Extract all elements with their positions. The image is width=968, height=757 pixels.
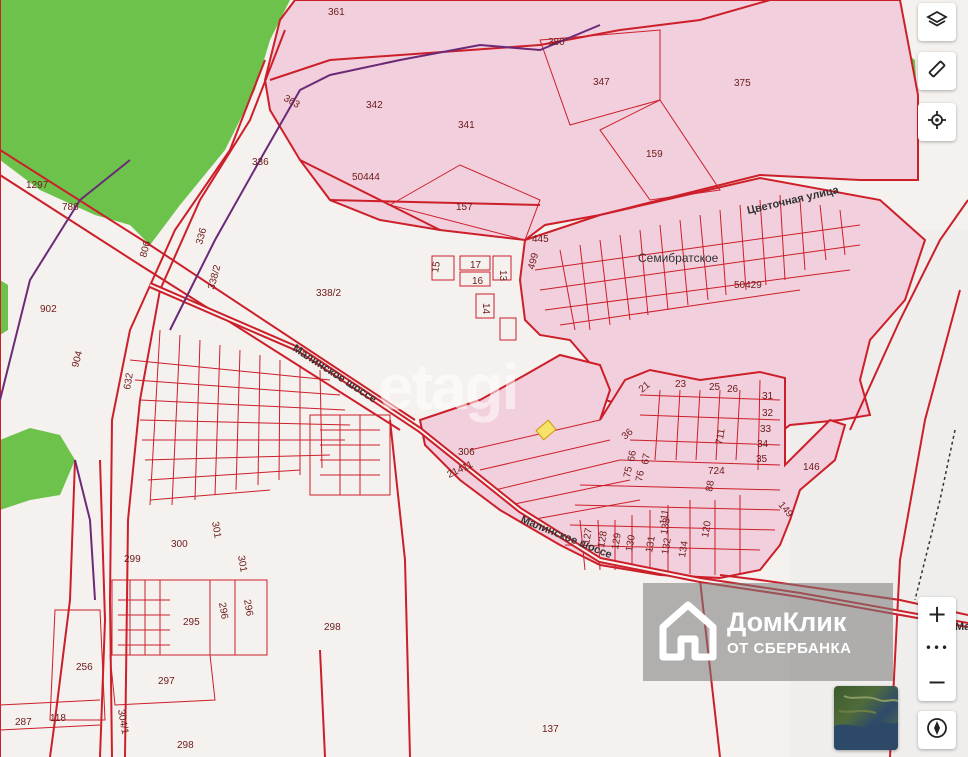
parcel-label: 347 xyxy=(593,77,610,88)
parcel-label: 137 xyxy=(542,724,559,735)
parcel-label: 297 xyxy=(158,676,175,687)
parcel-label: 157 xyxy=(456,202,473,213)
parcel-label: 256 xyxy=(76,662,93,673)
parcel-label: 26 xyxy=(727,384,739,395)
parcel-label: 34 xyxy=(757,439,769,450)
parcel-label: 33 xyxy=(760,424,772,435)
parcel-label: 25 xyxy=(709,382,721,393)
forest-area-edge xyxy=(0,280,8,335)
parcel-label: 23 xyxy=(675,379,687,390)
parcel-label: 287 xyxy=(15,717,32,728)
parcel-label: 50429 xyxy=(734,280,762,291)
parcel-label: 298 xyxy=(177,740,194,751)
parcel-label: 35 xyxy=(756,454,768,465)
parcel-label: 786 xyxy=(62,202,79,213)
locate-icon xyxy=(926,109,948,136)
brand-name: ДомКлик xyxy=(727,606,847,637)
parcel-label: 902 xyxy=(40,304,57,315)
parcel-label: 300 xyxy=(171,539,188,550)
layers-icon xyxy=(926,9,948,36)
brand-subtitle: ОТ СБЕРБАНКА xyxy=(727,639,852,657)
parcel-label: 16 xyxy=(472,276,484,287)
satellite-layer-toggle[interactable] xyxy=(834,686,898,750)
parcel-label: 13 xyxy=(497,270,508,282)
parcel-label: 361 xyxy=(328,7,345,18)
ruler-button[interactable] xyxy=(918,52,956,90)
parcel-label: 336 xyxy=(252,157,269,168)
house-logo-icon xyxy=(659,599,717,666)
locate-button[interactable] xyxy=(918,103,956,141)
parcel-label: 724 xyxy=(708,466,725,477)
compass-icon xyxy=(926,717,948,744)
parcel-label: 445 xyxy=(532,234,549,245)
parcel-label: 14 xyxy=(480,303,491,315)
zoom-in-button[interactable]: + xyxy=(918,597,956,631)
road-label-edge: Ма xyxy=(955,621,968,633)
parcel-label: 299 xyxy=(124,554,141,565)
watermark-text: etagi xyxy=(378,351,519,423)
parcel-label: 50444 xyxy=(352,172,380,183)
parcel-label: 380 xyxy=(548,37,565,48)
parcel-label: 338/2 xyxy=(316,288,341,299)
parcel-label: 306 xyxy=(458,447,475,458)
satellite-thumbnail xyxy=(834,695,898,750)
parcel-label: 17 xyxy=(470,260,482,271)
more-options-button[interactable]: ••• xyxy=(918,631,956,665)
parcel-label: 341 xyxy=(458,120,475,131)
parcel-label: 295 xyxy=(183,617,200,628)
parcel-label: 118 xyxy=(50,713,66,724)
parcel-label: 32 xyxy=(762,408,774,419)
parcel-label: 342 xyxy=(366,100,383,111)
place-label-semibratskoe: Семибратское xyxy=(638,251,719,265)
parcel-label: 159 xyxy=(646,149,663,160)
parcel-label: 298 xyxy=(324,622,341,633)
parcel-label: 1297 xyxy=(26,180,49,191)
compass-button[interactable] xyxy=(918,711,956,749)
layers-button[interactable] xyxy=(918,3,956,41)
parcel-label: 31 xyxy=(762,391,774,402)
domclick-brand-overlay: ДомКлик ОТ СБЕРБАНКА xyxy=(643,583,893,681)
ruler-icon xyxy=(926,58,948,85)
zoom-controls: + ••• − xyxy=(918,597,956,701)
zoom-out-button[interactable]: − xyxy=(918,665,956,699)
parcel-label: 375 xyxy=(734,78,751,89)
parcel-label: 146 xyxy=(803,462,820,473)
